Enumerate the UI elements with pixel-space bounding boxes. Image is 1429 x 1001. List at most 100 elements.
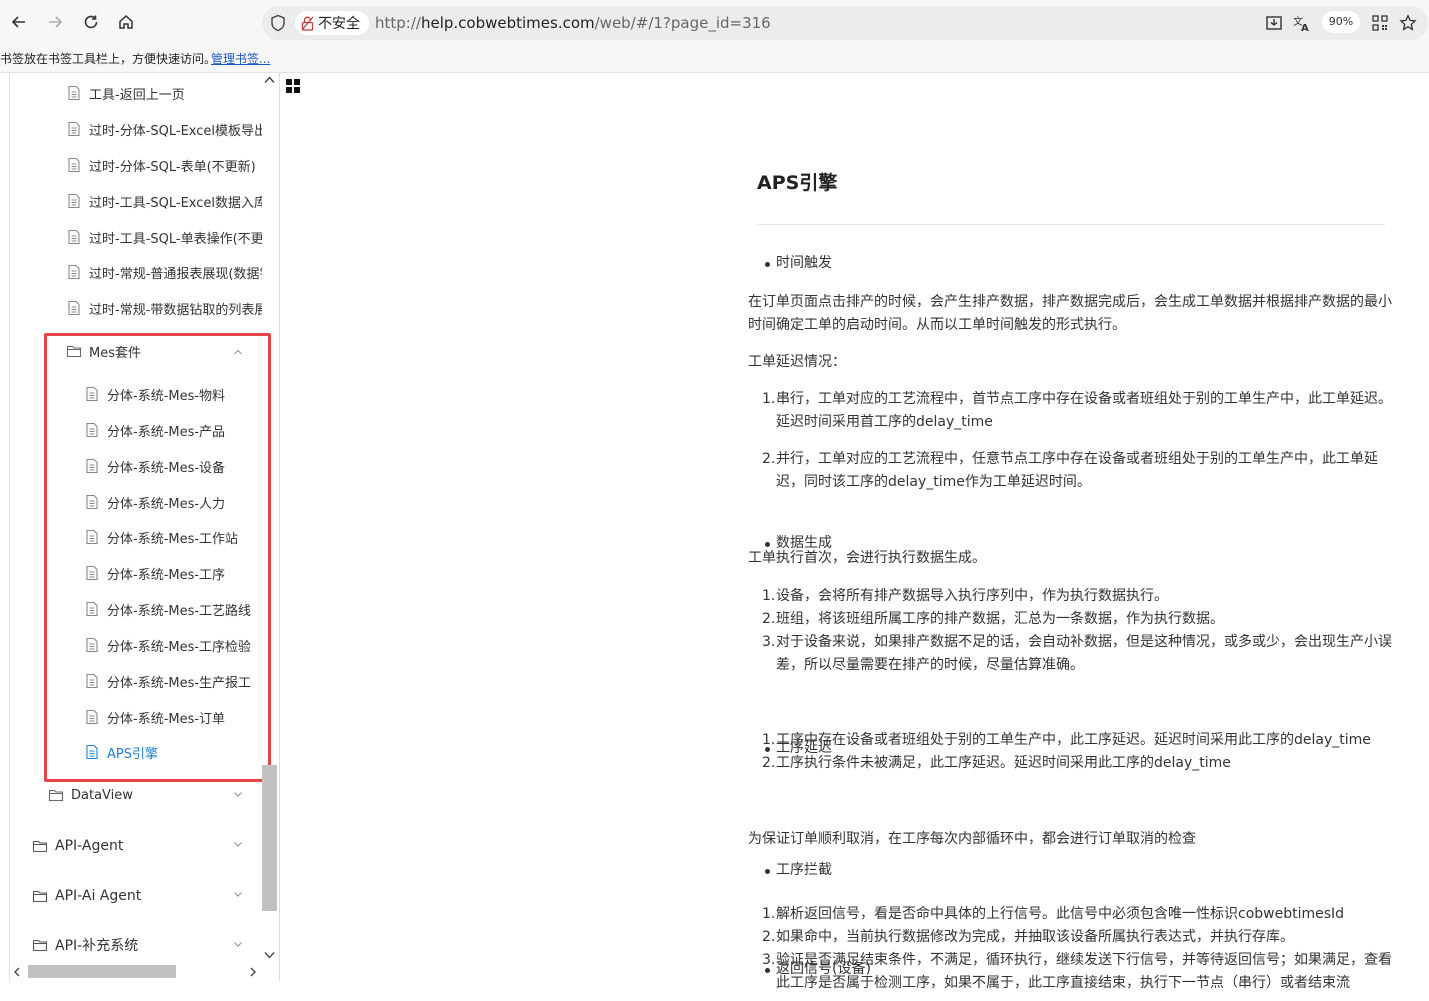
scroll-up-arrow-icon[interactable] <box>264 76 275 84</box>
zoom-indicator[interactable]: 90% <box>1322 11 1360 33</box>
home-button[interactable] <box>114 10 138 34</box>
list-item: 2. 工序执行条件未被满足，此工序延迟。延迟时间采用此工序的delay_time <box>762 755 1231 771</box>
sidebar-item-label: APS引擎 <box>107 746 158 762</box>
chevron-down-icon[interactable] <box>233 789 243 799</box>
list-item-text: 如果命中，当前执行数据修改为完成，并抽取该设备所属执行表达式，并执行存库。 <box>776 929 1294 945</box>
unlocked-icon <box>301 16 314 31</box>
scroll-down-arrow-icon[interactable] <box>264 951 275 959</box>
translate-icon[interactable]: 文A <box>1293 14 1311 32</box>
arrow-left-icon <box>11 16 25 28</box>
sidebar-item-label: 分体-系统-Mes-生产报工 <box>107 675 252 691</box>
chevron-down-icon[interactable] <box>233 889 243 899</box>
sidebar-item-mes-equipment[interactable]: 分体-系统-Mes-设备 <box>84 454 260 478</box>
list-item: 1. 设备，会将所有排产数据导入执行序列中，作为执行数据执行。 <box>762 588 1168 604</box>
scroll-right-arrow-icon[interactable] <box>249 967 257 977</box>
list-item-text: 对于设备来说，如果排产数据不足的话，会自动补数据，但是这种情况，或多或少，会出现… <box>776 634 1392 673</box>
forward-button[interactable] <box>43 10 67 34</box>
sidebar-folder-dataview[interactable]: DataView <box>48 783 228 807</box>
sidebar-item-label: 过时-常规-普通报表展现(数据钻 <box>89 266 262 282</box>
sidebar-item-label: 分体-系统-Mes-物料 <box>107 388 226 404</box>
section-heading-process-intercept: 工序拦截 <box>748 859 1426 882</box>
sidebar-item-label: 过时-常规-带数据钻取的列表展 <box>89 302 262 318</box>
star-icon[interactable] <box>1399 14 1417 32</box>
grid-menu-icon[interactable] <box>286 79 300 93</box>
home-icon <box>119 14 133 29</box>
sidebar-item-label: 分体-系统-Mes-设备 <box>107 460 226 476</box>
sidebar-item[interactable]: 过时-分体-SQL-表单(不更新) <box>66 153 262 177</box>
manage-bookmarks-link[interactable]: 管理书签... <box>211 50 270 67</box>
sidebar-item[interactable]: 工具-返回上一页 <box>66 81 262 105</box>
document-icon <box>68 121 80 137</box>
url-text[interactable]: http://help.cobwebtimes.com/web/#/1?page… <box>375 14 771 32</box>
document-icon <box>86 709 98 725</box>
sidebar-item-mes-workstation[interactable]: 分体-系统-Mes-工作站 <box>84 525 260 549</box>
document-icon <box>68 157 80 173</box>
scroll-left-arrow-icon[interactable] <box>13 967 21 977</box>
folder-icon <box>66 345 82 358</box>
sidebar-item-aps-engine[interactable]: APS引擎 <box>84 740 260 764</box>
chevron-down-icon[interactable] <box>233 839 243 849</box>
sidebar-folder-mes[interactable]: Mes套件 <box>66 339 246 363</box>
sidebar-vertical-scrollbar[interactable] <box>261 73 278 963</box>
chevron-up-icon[interactable] <box>233 347 243 357</box>
sidebar-item[interactable]: 过时-工具-SQL-Excel数据入库 <box>66 189 262 213</box>
folder-icon <box>32 840 48 853</box>
sidebar-item-label: 分体-系统-Mes-工艺路线 <box>107 603 252 619</box>
site-security-indicator[interactable]: 不安全 <box>295 11 369 35</box>
shield-icon[interactable] <box>269 14 287 32</box>
document-icon <box>86 422 98 438</box>
sidebar-item-mes-product[interactable]: 分体-系统-Mes-产品 <box>84 418 260 442</box>
reload-button[interactable] <box>79 10 103 34</box>
browser-toolbar: 不安全 http://help.cobwebtimes.com/web/#/1?… <box>0 0 1429 46</box>
download-icon[interactable] <box>1265 14 1283 32</box>
sidebar-item-label: 分体-系统-Mes-订单 <box>107 711 226 727</box>
arrow-right-icon <box>49 16 63 28</box>
list-item-text: 并行，工单对应的工艺流程中，任意节点工序中存在设备或者班组处于别的工单生产中，此… <box>776 451 1378 490</box>
sidebar-item-label: 过时-分体-SQL-表单(不更新) <box>89 159 256 175</box>
list-item: 2. 班组，将该班组所属工序的排产数据，汇总为一条数据，作为执行数据。 <box>762 611 1224 627</box>
sidebar-item-mes-report[interactable]: 分体-系统-Mes-生产报工 <box>84 669 260 693</box>
back-button[interactable] <box>7 10 31 34</box>
sidebar-item-mes-order[interactable]: 分体-系统-Mes-订单 <box>84 705 260 729</box>
sidebar-item-mes-process[interactable]: 分体-系统-Mes-工序 <box>84 561 260 585</box>
sidebar-item-mes-route[interactable]: 分体-系统-Mes-工艺路线 <box>84 597 260 621</box>
sidebar-item-label: 分体-系统-Mes-工序 <box>107 567 226 583</box>
paragraph: 在订单页面点击排产的时候，会产生排产数据，排产数据完成后，会生成工单数据并根据排… <box>748 294 1392 333</box>
list-item-text: 解析返回信号，看是否命中具体的上行信号。此信号中必须包含唯一性标识cobwebt… <box>776 906 1345 922</box>
address-bar[interactable]: 不安全 http://help.cobwebtimes.com/web/#/1?… <box>262 6 1428 40</box>
sidebar-folder-label: Mes套件 <box>89 345 141 361</box>
list-item-text: 工序中存在设备或者班组处于别的工单生产中，此工序延迟。延迟时间采用此工序的del… <box>776 732 1371 748</box>
url-host: help.cobwebtimes.com <box>420 14 595 32</box>
bookmark-bar: 书签放在书签工具栏上，方便快速访问。 管理书签... <box>0 46 1429 73</box>
folder-icon <box>32 939 48 952</box>
scrollbar-thumb[interactable] <box>28 965 176 978</box>
sidebar-item-mes-inspection[interactable]: 分体-系统-Mes-工序检验 <box>84 633 260 657</box>
sidebar-item[interactable]: 过时-分体-SQL-Excel模板导出 <box>66 117 262 141</box>
sidebar-item[interactable]: 过时-常规-普通报表展现(数据钻 <box>66 260 262 284</box>
sidebar-folder-label: API-补充系统 <box>55 938 139 954</box>
section-heading-time-trigger: 时间触发 <box>748 252 1426 275</box>
sidebar-item-label: 过时-分体-SQL-Excel模板导出 <box>89 123 262 139</box>
qr-code-icon[interactable] <box>1371 14 1389 32</box>
sidebar-item[interactable]: 过时-常规-带数据钻取的列表展 <box>66 296 262 320</box>
sidebar-item-label: 分体-系统-Mes-工序检验 <box>107 639 252 655</box>
chevron-down-icon[interactable] <box>233 939 243 949</box>
document-icon <box>68 229 80 245</box>
document-icon <box>86 386 98 402</box>
sidebar-folder-api-agent[interactable]: API-Agent <box>32 834 232 858</box>
folder-icon <box>48 789 64 802</box>
sidebar-folder-api-supplement[interactable]: API-补充系统 <box>32 933 232 957</box>
reload-icon <box>84 15 98 29</box>
sidebar-item-mes-labor[interactable]: 分体-系统-Mes-人力 <box>84 490 260 514</box>
sidebar-folder-label: API-Ai Agent <box>55 888 142 904</box>
document-icon <box>68 264 80 280</box>
sidebar-folder-api-ai-agent[interactable]: API-Ai Agent <box>32 884 232 908</box>
ordered-list: 1. 串行，工单对应的工艺流程中，首节点工序中存在设备或者班组处于别的工单生产中，… <box>748 388 1398 494</box>
sidebar-item[interactable]: 过时-工具-SQL-单表操作(不更新) <box>66 225 262 249</box>
sidebar-horizontal-scrollbar[interactable] <box>10 963 261 980</box>
list-item: 2. 如果命中，当前执行数据修改为完成，并抽取该设备所属执行表达式，并执行存库。 <box>762 929 1294 945</box>
sidebar-item-mes-material[interactable]: 分体-系统-Mes-物料 <box>84 382 260 406</box>
ordered-list: 1. 解析返回信号，看是否命中具体的上行信号。此信号中必须包含唯一性标识cobwe… <box>748 903 1398 995</box>
title-divider <box>757 224 1385 225</box>
scrollbar-thumb[interactable] <box>262 765 277 911</box>
